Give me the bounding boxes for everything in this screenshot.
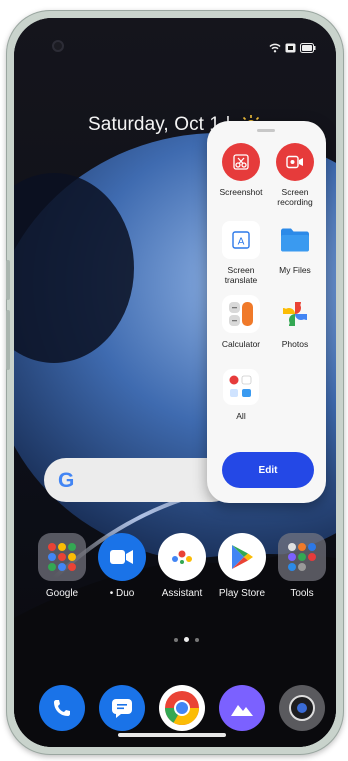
page-dot: [174, 637, 178, 642]
calculator-icon: [222, 295, 260, 333]
page-dot: [195, 637, 199, 642]
assistant-icon: [158, 533, 206, 581]
gesture-nav-bar[interactable]: [118, 733, 226, 737]
photos-pinwheel-icon: [276, 295, 314, 333]
app-label: Play Store: [218, 588, 266, 599]
video-record-icon: [276, 143, 314, 181]
panel-item-label: Screenshot: [219, 187, 263, 197]
panel-item-calculator[interactable]: Calculator: [211, 295, 271, 349]
smart-sidebar-panel: Screenshot Screen recording A Screen tra…: [207, 121, 326, 503]
app-duo[interactable]: • Duo: [89, 533, 155, 599]
panel-item-label: Photos: [281, 339, 309, 349]
messages-icon: [99, 685, 145, 731]
panel-item-label: Calculator: [221, 339, 261, 349]
front-camera: [52, 40, 64, 52]
edit-button[interactable]: Edit: [222, 452, 314, 488]
chrome-icon: [159, 685, 205, 731]
app-assistant[interactable]: Assistant: [149, 533, 215, 599]
svg-text:A: A: [238, 237, 245, 248]
panel-item-screen-translate[interactable]: A Screen translate: [211, 221, 271, 285]
folder-icon: [276, 221, 314, 259]
app-tools-folder[interactable]: Tools: [269, 533, 335, 599]
app-label: Tools: [290, 588, 314, 599]
app-label: Google: [45, 588, 79, 599]
google-search-bar[interactable]: G: [44, 458, 234, 502]
panel-item-label: Screen translate: [224, 265, 258, 285]
panel-item-screen-recording[interactable]: Screen recording: [265, 143, 325, 207]
panel-item-screenshot[interactable]: Screenshot: [211, 143, 271, 197]
dock-chrome[interactable]: [149, 685, 215, 731]
dock-gallery[interactable]: [209, 685, 275, 731]
app-play-store[interactable]: Play Store: [209, 533, 275, 599]
page-indicator: [174, 637, 199, 642]
panel-item-photos[interactable]: Photos: [265, 295, 325, 349]
duo-video-icon: [98, 533, 146, 581]
status-bar-icons: [269, 40, 316, 58]
battery-icon: [300, 40, 316, 58]
translate-icon: A: [222, 221, 260, 259]
panel-item-label: Screen recording: [277, 187, 313, 207]
scissors-icon: [222, 143, 260, 181]
panel-item-label: My Files: [279, 265, 311, 275]
google-logo-icon: G: [58, 469, 75, 492]
nfc-icon: [285, 40, 296, 58]
dock-messages[interactable]: [89, 685, 155, 731]
panel-item-my-files[interactable]: My Files: [265, 221, 325, 275]
all-apps-grid-icon: [223, 369, 259, 405]
google-folder-icon: [38, 533, 86, 581]
gallery-icon: [219, 685, 265, 731]
app-label: • Duo: [109, 588, 135, 599]
panel-handle[interactable]: [257, 129, 275, 132]
panel-item-label: All: [236, 411, 246, 421]
app-google-folder[interactable]: Google: [29, 533, 95, 599]
phone-icon: [39, 685, 85, 731]
dock-phone[interactable]: [29, 685, 95, 731]
page-dot-active: [184, 637, 189, 642]
play-store-icon: [218, 533, 266, 581]
power-button: [6, 310, 10, 370]
volume-button: [6, 260, 10, 300]
camera-icon: [279, 685, 325, 731]
app-label: Assistant: [161, 588, 203, 599]
wifi-icon: [269, 40, 281, 58]
tools-folder-icon: [278, 533, 326, 581]
dock-camera[interactable]: [269, 685, 335, 731]
panel-item-all[interactable]: All: [211, 369, 271, 421]
